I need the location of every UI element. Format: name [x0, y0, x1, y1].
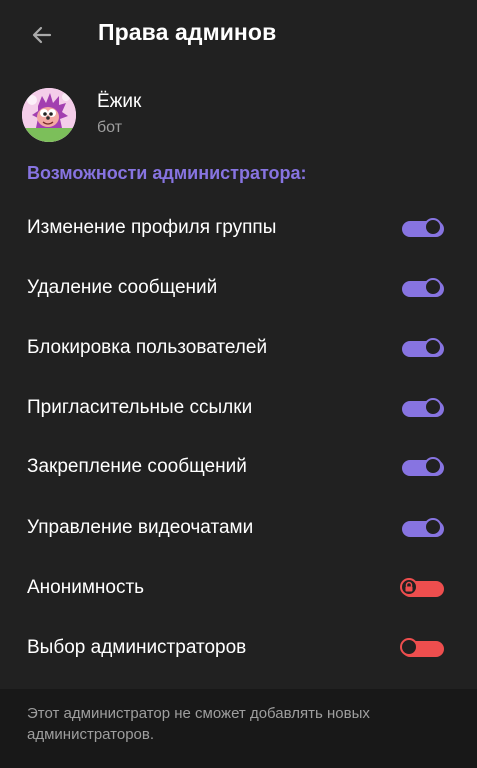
toggle-knob — [400, 578, 418, 596]
toggle-knob — [424, 457, 442, 475]
permission-row-add-admins[interactable]: Выбор администраторов — [0, 619, 477, 679]
permission-row-invite-links[interactable]: Пригласительные ссылки — [0, 379, 477, 439]
toggle-knob — [400, 638, 418, 656]
toggle-knob — [424, 218, 442, 236]
user-name: Ёжик — [97, 91, 142, 112]
page-title: Права админов — [98, 19, 277, 45]
permission-label: Изменение профиля группы — [27, 217, 277, 238]
toggle-knob — [424, 518, 442, 536]
toggle-knob — [424, 398, 442, 416]
permission-label: Блокировка пользователей — [27, 337, 268, 358]
permission-toggle[interactable] — [402, 338, 444, 357]
permission-toggle[interactable] — [402, 278, 444, 297]
header-bar: Права админов — [0, 0, 477, 70]
avatar[interactable] — [22, 88, 76, 142]
lock-icon — [405, 581, 413, 592]
user-status: бот — [97, 119, 123, 136]
permission-toggle[interactable] — [402, 457, 444, 476]
permission-toggle-locked[interactable] — [400, 578, 444, 597]
footer-note: Этот администратор не сможет добавлять н… — [27, 705, 370, 743]
permission-label: Пригласительные ссылки — [27, 397, 253, 418]
permission-toggle[interactable] — [402, 398, 444, 417]
toggle-knob — [424, 338, 442, 356]
permission-toggle[interactable] — [400, 638, 444, 657]
hedgehog-avatar — [22, 88, 76, 142]
permission-row-pin-messages[interactable]: Закрепление сообщений — [0, 438, 477, 498]
permission-label: Анонимность — [27, 577, 145, 598]
permission-row-delete-messages[interactable]: Удаление сообщений — [0, 259, 477, 319]
permission-label: Управление видеочатами — [27, 517, 254, 538]
arrow-left-icon — [32, 26, 52, 44]
permission-toggle[interactable] — [402, 518, 444, 537]
permission-label: Выбор администраторов — [27, 637, 247, 658]
permission-label: Закрепление сообщений — [27, 456, 247, 477]
admin-user-info: Ёжик бот — [0, 82, 477, 152]
permissions-section-title: Возможности администратора: — [27, 163, 307, 183]
permission-row-ban-users[interactable]: Блокировка пользователей — [0, 319, 477, 379]
back-button[interactable] — [22, 17, 62, 53]
permission-row-change-group-info[interactable]: Изменение профиля группы — [0, 199, 477, 259]
permission-label: Удаление сообщений — [27, 277, 218, 298]
permission-toggle[interactable] — [402, 218, 444, 237]
permission-row-manage-video-chats[interactable]: Управление видеочатами — [0, 499, 477, 559]
permission-row-anonymous[interactable]: Анонимность — [0, 559, 477, 619]
toggle-knob — [424, 278, 442, 296]
footer-note-panel: Этот администратор не сможет добавлять н… — [0, 689, 477, 768]
